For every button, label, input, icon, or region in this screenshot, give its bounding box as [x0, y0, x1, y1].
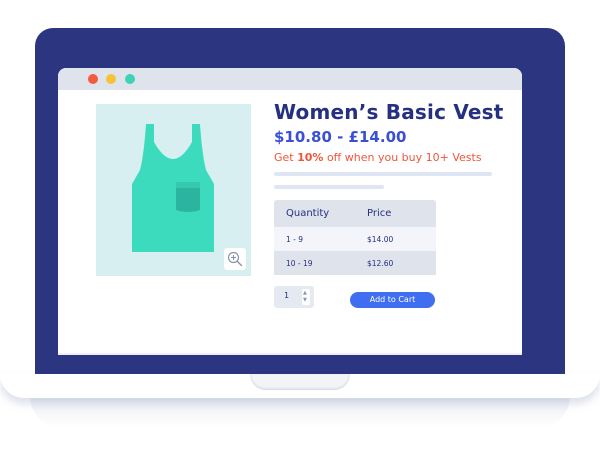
product-price: $10.80 - £14.00: [274, 128, 407, 146]
add-to-cart-button[interactable]: Add to Cart: [350, 292, 435, 308]
quantity-stepper[interactable]: 1 ▲ ▼: [274, 286, 314, 308]
browser-window: Women’s Basic Vest $10.80 - £14.00 Get 1…: [58, 68, 522, 353]
row-price: $12.60: [367, 259, 394, 268]
laptop-shadow: [30, 396, 570, 428]
product-image[interactable]: [96, 104, 251, 276]
zoom-in-icon: [227, 251, 243, 267]
header-price: Price: [367, 208, 392, 219]
close-window-button[interactable]: [88, 74, 98, 84]
vest-icon: [132, 124, 214, 252]
table-row: 1 - 9 $14.00: [274, 227, 436, 251]
table-row: 10 - 19 $12.60: [274, 251, 436, 275]
placeholder-line: [274, 185, 384, 189]
header-quantity: Quantity: [286, 208, 330, 219]
zoom-button[interactable]: [224, 248, 246, 270]
minimize-window-button[interactable]: [106, 74, 116, 84]
promo-prefix: Get: [274, 151, 298, 164]
promo-highlight: 10%: [297, 151, 324, 164]
screen-edge: [58, 353, 522, 355]
chevron-down-icon[interactable]: ▼: [303, 298, 307, 303]
placeholder-line: [274, 172, 492, 176]
quantity-value[interactable]: 1: [284, 291, 289, 300]
promo-text: Get 10% off when you buy 10+ Vests: [274, 151, 482, 164]
pricing-table: Quantity Price 1 - 9 $14.00 10 - 19 $12.…: [274, 200, 436, 275]
table-header: Quantity Price: [274, 200, 436, 227]
promo-suffix: off when you buy 10+ Vests: [323, 151, 482, 164]
chevron-up-icon[interactable]: ▲: [303, 291, 307, 296]
product-title: Women’s Basic Vest: [274, 100, 504, 124]
stepper-arrows[interactable]: ▲ ▼: [302, 289, 310, 305]
row-quantity: 10 - 19: [286, 259, 313, 268]
row-quantity: 1 - 9: [286, 235, 304, 244]
row-price: $14.00: [367, 235, 394, 244]
maximize-window-button[interactable]: [125, 74, 135, 84]
browser-titlebar: [58, 68, 522, 90]
laptop-notch: [250, 374, 350, 390]
